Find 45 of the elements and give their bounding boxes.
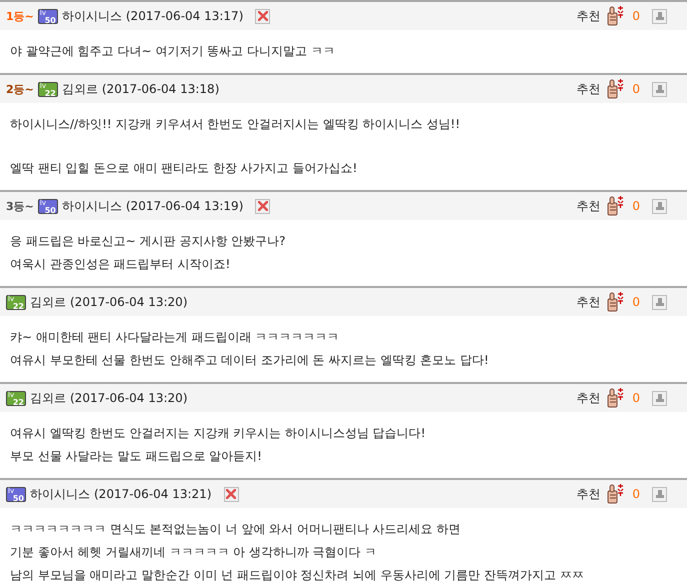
recommend-label: 추천	[576, 486, 600, 502]
comment-text: 응 패드립은 바로신고~ 게시판 공지사항 안봤구나?	[10, 233, 286, 250]
recommend-label: 추천	[576, 294, 600, 310]
recommend-label: 추천	[576, 390, 600, 406]
comment-text: ㅋㅋㅋㅋㅋㅋㅋㅋ 면식도 본적없는놈이 너 앞에 와서 어머니팬티나 사드리세요 하면	[10, 521, 462, 538]
recommend-label: 추천	[576, 198, 600, 214]
author-name[interactable]: 김외르	[30, 390, 66, 406]
thumbs-up-icon[interactable]	[606, 196, 624, 216]
author-name[interactable]: 김외르	[30, 294, 66, 310]
rank-label: 2등~	[6, 82, 34, 96]
comment-date: (2017-06-04 13:19)	[126, 199, 244, 213]
author-name[interactable]: 하이시니스	[62, 198, 122, 214]
recommend-count: 0	[632, 82, 640, 96]
comment-text: 하이시니스//하잇!! 지강캐 키우셔서 한번도 안걸러지시는 엘딱킹 하이시니스 성님!!	[10, 116, 462, 133]
author-name[interactable]: 하이시니스	[30, 486, 90, 502]
comment-date: (2017-06-04 13:18)	[102, 82, 220, 96]
author-name[interactable]: 하이시니스	[62, 8, 122, 24]
comment-text: 남의 부모님을 애미라고 말한순간 이미 넌 패드립이야 정신차려 뇌에 우동사리에 기름만 잔뜩껴가지고 ㅉㅉ	[10, 567, 585, 584]
comment-text: 야 괄약근에 힘주고 다녀~ 여기저기 똥싸고 다니지말고 ㅋㅋ	[10, 43, 336, 60]
recommend-count: 0	[632, 391, 640, 405]
thumbs-up-icon[interactable]	[606, 484, 624, 504]
recommend-label: 추천	[576, 80, 600, 98]
author-name[interactable]: 김외르	[62, 80, 98, 98]
comment-text: 엘딱 팬티 입힐 돈으로 애미 팬티라도 한장 사가지고 들어가십쇼!	[10, 160, 358, 177]
thumbs-up-icon[interactable]	[606, 292, 624, 312]
rank-label: 1등~	[6, 8, 34, 24]
thumbs-up-icon[interactable]	[606, 388, 624, 408]
thumbs-up-icon[interactable]	[606, 79, 624, 99]
recommend-label: 추천	[576, 8, 600, 24]
recommend-count: 0	[632, 9, 640, 23]
comment-date: (2017-06-04 13:20)	[70, 391, 188, 405]
comment-text: 기분 좋아서 헤헷 거릴새끼네 ㅋㅋㅋㅋㅋ 아 생각하니까 극혐이다 ㅋ	[10, 544, 378, 561]
comment-text: 여유시 엘딱킹 한번도 안걸러지는 지강캐 키우시는 하이시니스성님 답습니다!	[10, 425, 427, 442]
thumbs-up-icon[interactable]	[606, 6, 624, 26]
comment-text: 캬~ 애미한테 팬티 사다달라는게 패드립이래 ㅋㅋㅋㅋㅋㅋㅋ	[10, 329, 340, 346]
rank-label: 3등~	[6, 198, 34, 214]
comment-text: 부모 선물 사달라는 말도 패드립으로 알아듣지!	[10, 448, 263, 465]
comment-text: 여욱시 관종인성은 패드립부터 시작이죠!	[10, 256, 232, 273]
recommend-count: 0	[632, 487, 640, 501]
comment-date: (2017-06-04 13:21)	[94, 487, 212, 501]
comment-date: (2017-06-04 13:20)	[70, 295, 188, 309]
comment-text: 여유시 부모한테 선물 한번도 안해주고 데이터 조가리에 돈 싸지르는 엘딱킹 혼모노 답다!	[10, 352, 490, 369]
recommend-count: 0	[632, 295, 640, 309]
recommend-count: 0	[632, 199, 640, 213]
comment-date: (2017-06-04 13:17)	[126, 9, 244, 23]
